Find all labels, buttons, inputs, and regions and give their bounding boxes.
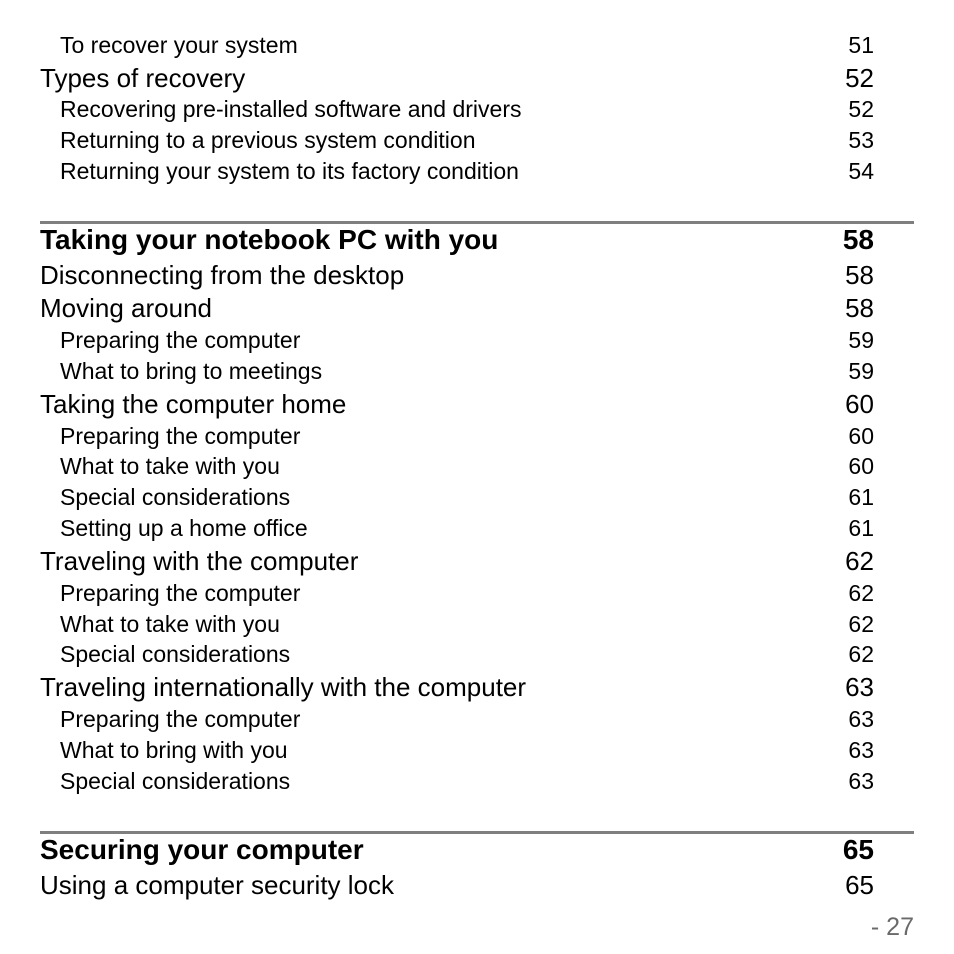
toc-entry-title: Special considerations	[60, 768, 291, 794]
toc-entry-page: 60	[845, 389, 874, 419]
toc-entry-title: Taking your notebook PC with you	[40, 224, 499, 255]
toc-entry-title: Traveling internationally with the compu…	[40, 672, 527, 702]
toc-subsection[interactable]: Setting up a home office 61	[40, 515, 874, 542]
toc-entry-page: 58	[842, 224, 874, 255]
toc-entry-page: 63	[848, 706, 874, 732]
toc-entry-page: 63	[848, 737, 874, 763]
toc-section[interactable]: Moving around 58	[40, 293, 874, 324]
toc-entry-title: Preparing the computer	[60, 580, 301, 606]
toc-entry-page: 60	[848, 453, 874, 479]
toc-chapter[interactable]: Taking your notebook PC with you 58	[40, 224, 874, 256]
toc-entry-title: Moving around	[40, 293, 212, 323]
toc-subsection[interactable]: Special considerations 61	[40, 484, 874, 511]
toc-subsection[interactable]: Special considerations 63	[40, 768, 874, 795]
toc-entry-page: 53	[848, 127, 874, 153]
toc-entry-title: Special considerations	[60, 484, 291, 510]
toc-entry-title: Traveling with the computer	[40, 546, 359, 576]
toc-entry-page: 51	[848, 32, 874, 58]
toc-entry-title: Disconnecting from the desktop	[40, 260, 405, 290]
toc-entry-title: Preparing the computer	[60, 327, 301, 353]
toc-entry-page: 63	[845, 672, 874, 702]
toc-entry-page: 63	[848, 768, 874, 794]
toc-entry-title: Using a computer security lock	[40, 870, 395, 900]
toc-subsection[interactable]: Returning to a previous system condition…	[40, 127, 874, 154]
toc-entry-title: To recover your system	[60, 32, 298, 58]
toc-entry-page: 59	[848, 327, 874, 353]
toc-entry-page: 52	[845, 63, 874, 93]
toc-entry-page: 58	[845, 260, 874, 290]
toc-entry-page: 65	[845, 870, 874, 900]
toc-entry-page: 61	[848, 515, 874, 541]
toc-subsection[interactable]: To recover your system 51	[40, 32, 874, 59]
page-number: - 27	[870, 913, 914, 941]
toc-subsection[interactable]: Preparing the computer 63	[40, 706, 874, 733]
toc-entry-title: Taking the computer home	[40, 389, 347, 419]
toc-subsection[interactable]: What to bring with you 63	[40, 737, 874, 764]
toc-entry-page: 62	[845, 546, 874, 576]
toc-section[interactable]: Taking the computer home 60	[40, 389, 874, 420]
toc-subsection[interactable]: What to bring to meetings 59	[40, 358, 874, 385]
toc-subsection[interactable]: Preparing the computer 59	[40, 327, 874, 354]
toc-subsection[interactable]: Returning your system to its factory con…	[40, 158, 874, 185]
toc-entry-page: 62	[848, 580, 874, 606]
toc-entry-title: Preparing the computer	[60, 706, 301, 732]
toc-entry-page: 60	[848, 423, 874, 449]
toc-entry-page: 52	[848, 96, 874, 122]
toc-entry-page: 65	[842, 834, 874, 865]
toc-entry-page: 62	[848, 641, 874, 667]
toc-entry-title: What to bring to meetings	[60, 358, 323, 384]
toc-entry-page: 61	[848, 484, 874, 510]
toc-entry-page: 62	[848, 611, 874, 637]
toc-entry-title: Special considerations	[60, 641, 291, 667]
toc-chapter[interactable]: Securing your computer 65	[40, 834, 874, 866]
toc-subsection[interactable]: Special considerations 62	[40, 641, 874, 668]
toc-entry-title: Securing your computer	[40, 834, 364, 865]
toc-subsection[interactable]: Recovering pre-installed software and dr…	[40, 96, 874, 123]
toc-subsection[interactable]: What to take with you 62	[40, 611, 874, 638]
toc-entry-page: 59	[848, 358, 874, 384]
toc-entry-title: What to take with you	[60, 453, 280, 479]
toc-entry-title: Setting up a home office	[60, 515, 308, 541]
toc-entry-page: 58	[845, 293, 874, 323]
toc-section[interactable]: Disconnecting from the desktop 58	[40, 260, 874, 291]
toc-entry-title: What to bring with you	[60, 737, 288, 763]
toc-entry-title: Recovering pre-installed software and dr…	[60, 96, 522, 122]
toc-entry-title: What to take with you	[60, 611, 280, 637]
toc-section[interactable]: Types of recovery 52	[40, 63, 874, 94]
toc-subsection[interactable]: What to take with you 60	[40, 453, 874, 480]
toc-subsection[interactable]: Preparing the computer 60	[40, 423, 874, 450]
toc-entry-title: Types of recovery	[40, 63, 246, 93]
toc-entry-page: 54	[848, 158, 874, 184]
toc-entry-title: Returning to a previous system condition	[60, 127, 476, 153]
toc-section[interactable]: Traveling internationally with the compu…	[40, 672, 874, 703]
toc-section[interactable]: Using a computer security lock 65	[40, 870, 874, 901]
toc-entry-title: Preparing the computer	[60, 423, 301, 449]
toc-entry-title: Returning your system to its factory con…	[60, 158, 519, 184]
toc-subsection[interactable]: Preparing the computer 62	[40, 580, 874, 607]
toc-section[interactable]: Traveling with the computer 62	[40, 546, 874, 577]
